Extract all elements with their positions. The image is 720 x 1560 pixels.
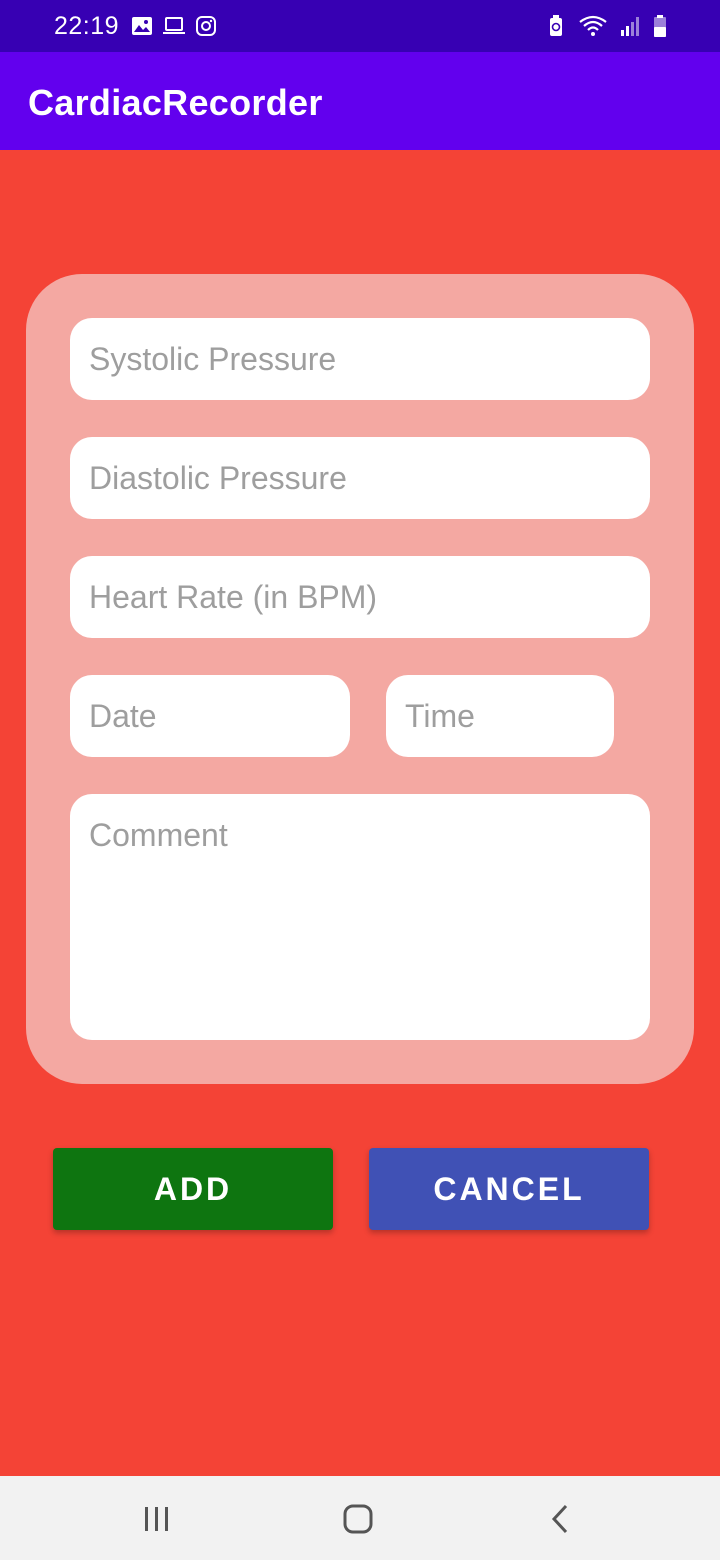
comment-input[interactable] xyxy=(89,794,631,1040)
gallery-icon xyxy=(132,17,152,35)
back-icon[interactable] xyxy=(546,1502,576,1536)
time-field[interactable] xyxy=(386,675,614,757)
comment-field[interactable] xyxy=(70,794,650,1040)
status-bar: 22:19 xyxy=(0,0,720,52)
diastolic-pressure-input[interactable] xyxy=(89,460,631,497)
status-icons-left xyxy=(130,14,218,38)
heart-rate-input[interactable] xyxy=(89,579,631,616)
battery-icon xyxy=(654,15,666,37)
form-card xyxy=(26,274,694,1084)
status-time: 22:19 xyxy=(54,12,120,40)
instagram-icon xyxy=(196,16,216,36)
status-icons-right xyxy=(544,14,668,38)
systolic-pressure-field[interactable] xyxy=(70,318,650,400)
date-field[interactable] xyxy=(70,675,350,757)
laptop-icon xyxy=(163,17,185,34)
app-title: CardiacRecorder xyxy=(28,82,323,123)
recent-apps-icon[interactable] xyxy=(140,1502,174,1536)
diastolic-pressure-field[interactable] xyxy=(70,437,650,519)
add-button[interactable]: ADD xyxy=(53,1148,333,1230)
time-input[interactable] xyxy=(405,698,595,735)
cancel-button[interactable]: CANCEL xyxy=(369,1148,649,1230)
systolic-pressure-input[interactable] xyxy=(89,341,631,378)
home-icon[interactable] xyxy=(340,1502,376,1536)
date-input[interactable] xyxy=(89,698,331,735)
heart-rate-field[interactable] xyxy=(70,556,650,638)
battery-saver-icon xyxy=(550,15,562,36)
signal-icon xyxy=(621,17,639,36)
navigation-bar xyxy=(0,1476,720,1560)
wifi-icon xyxy=(579,15,607,36)
app-bar: CardiacRecorder xyxy=(0,52,720,150)
